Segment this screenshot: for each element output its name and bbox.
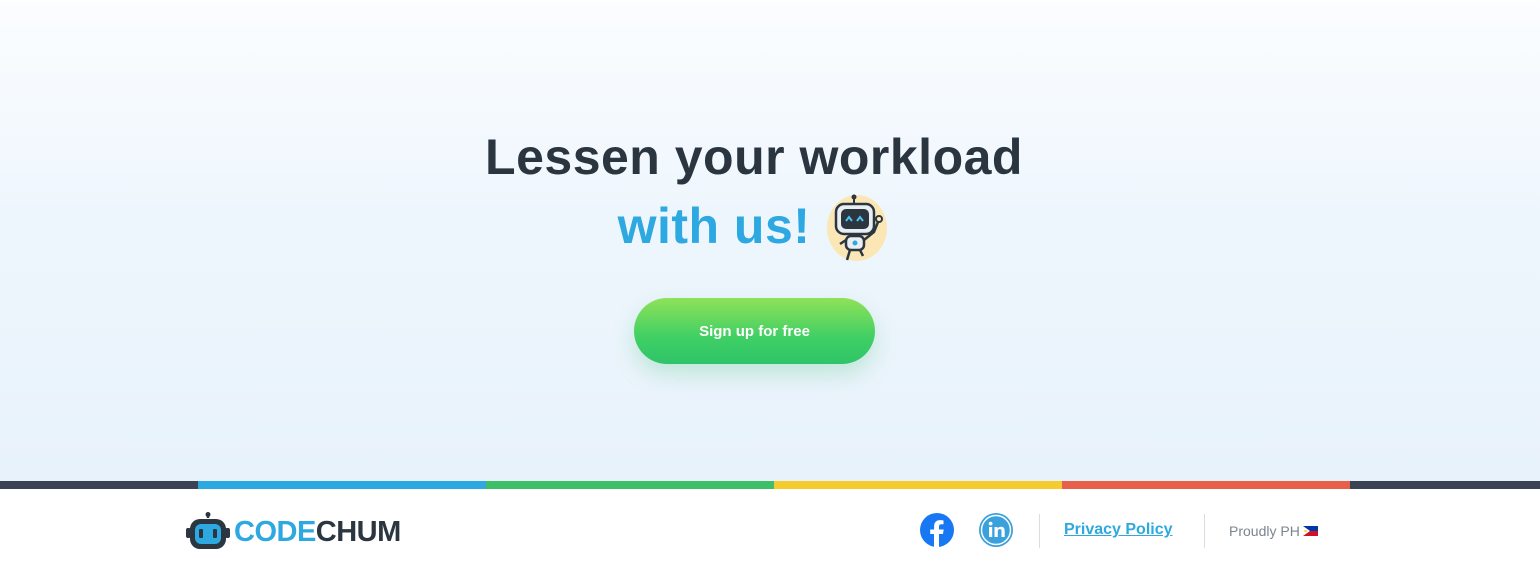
headline-line-2: with us! (617, 198, 811, 254)
signup-button[interactable]: Sign up for free (634, 298, 875, 364)
privacy-policy-link[interactable]: Privacy Policy (1064, 521, 1173, 539)
footer-divider (1039, 514, 1040, 548)
headline-line-2-row: with us! (0, 190, 1508, 262)
color-stripe-segment (1350, 481, 1540, 489)
proudly-ph-label: Proudly PH (1229, 523, 1300, 539)
proudly-ph: Proudly PH (1229, 523, 1318, 539)
color-stripe-segment (1062, 481, 1350, 489)
linkedin-icon[interactable] (979, 513, 1013, 547)
facebook-icon[interactable] (920, 513, 954, 547)
headline-line-1: Lessen your workload (485, 129, 1023, 185)
color-stripe-segment (774, 481, 1062, 489)
color-stripe-segment (486, 481, 774, 489)
brand-name-part1: CODE (234, 515, 316, 548)
footer-divider (1204, 514, 1205, 548)
hero-section: Lessen your workload with us! Sign up fo… (0, 0, 1540, 481)
color-stripe-segment (198, 481, 486, 489)
footer: CODECHUM Privacy Policy Proudly PH (0, 489, 1540, 568)
philippines-flag-icon (1302, 526, 1318, 536)
brand-name-part2: CHUM (315, 515, 402, 548)
color-stripe-segment (0, 481, 198, 489)
brand-logo[interactable]: CODECHUM (186, 512, 401, 552)
codechum-logo-icon (186, 512, 230, 549)
robot-mascot-icon (827, 194, 888, 261)
